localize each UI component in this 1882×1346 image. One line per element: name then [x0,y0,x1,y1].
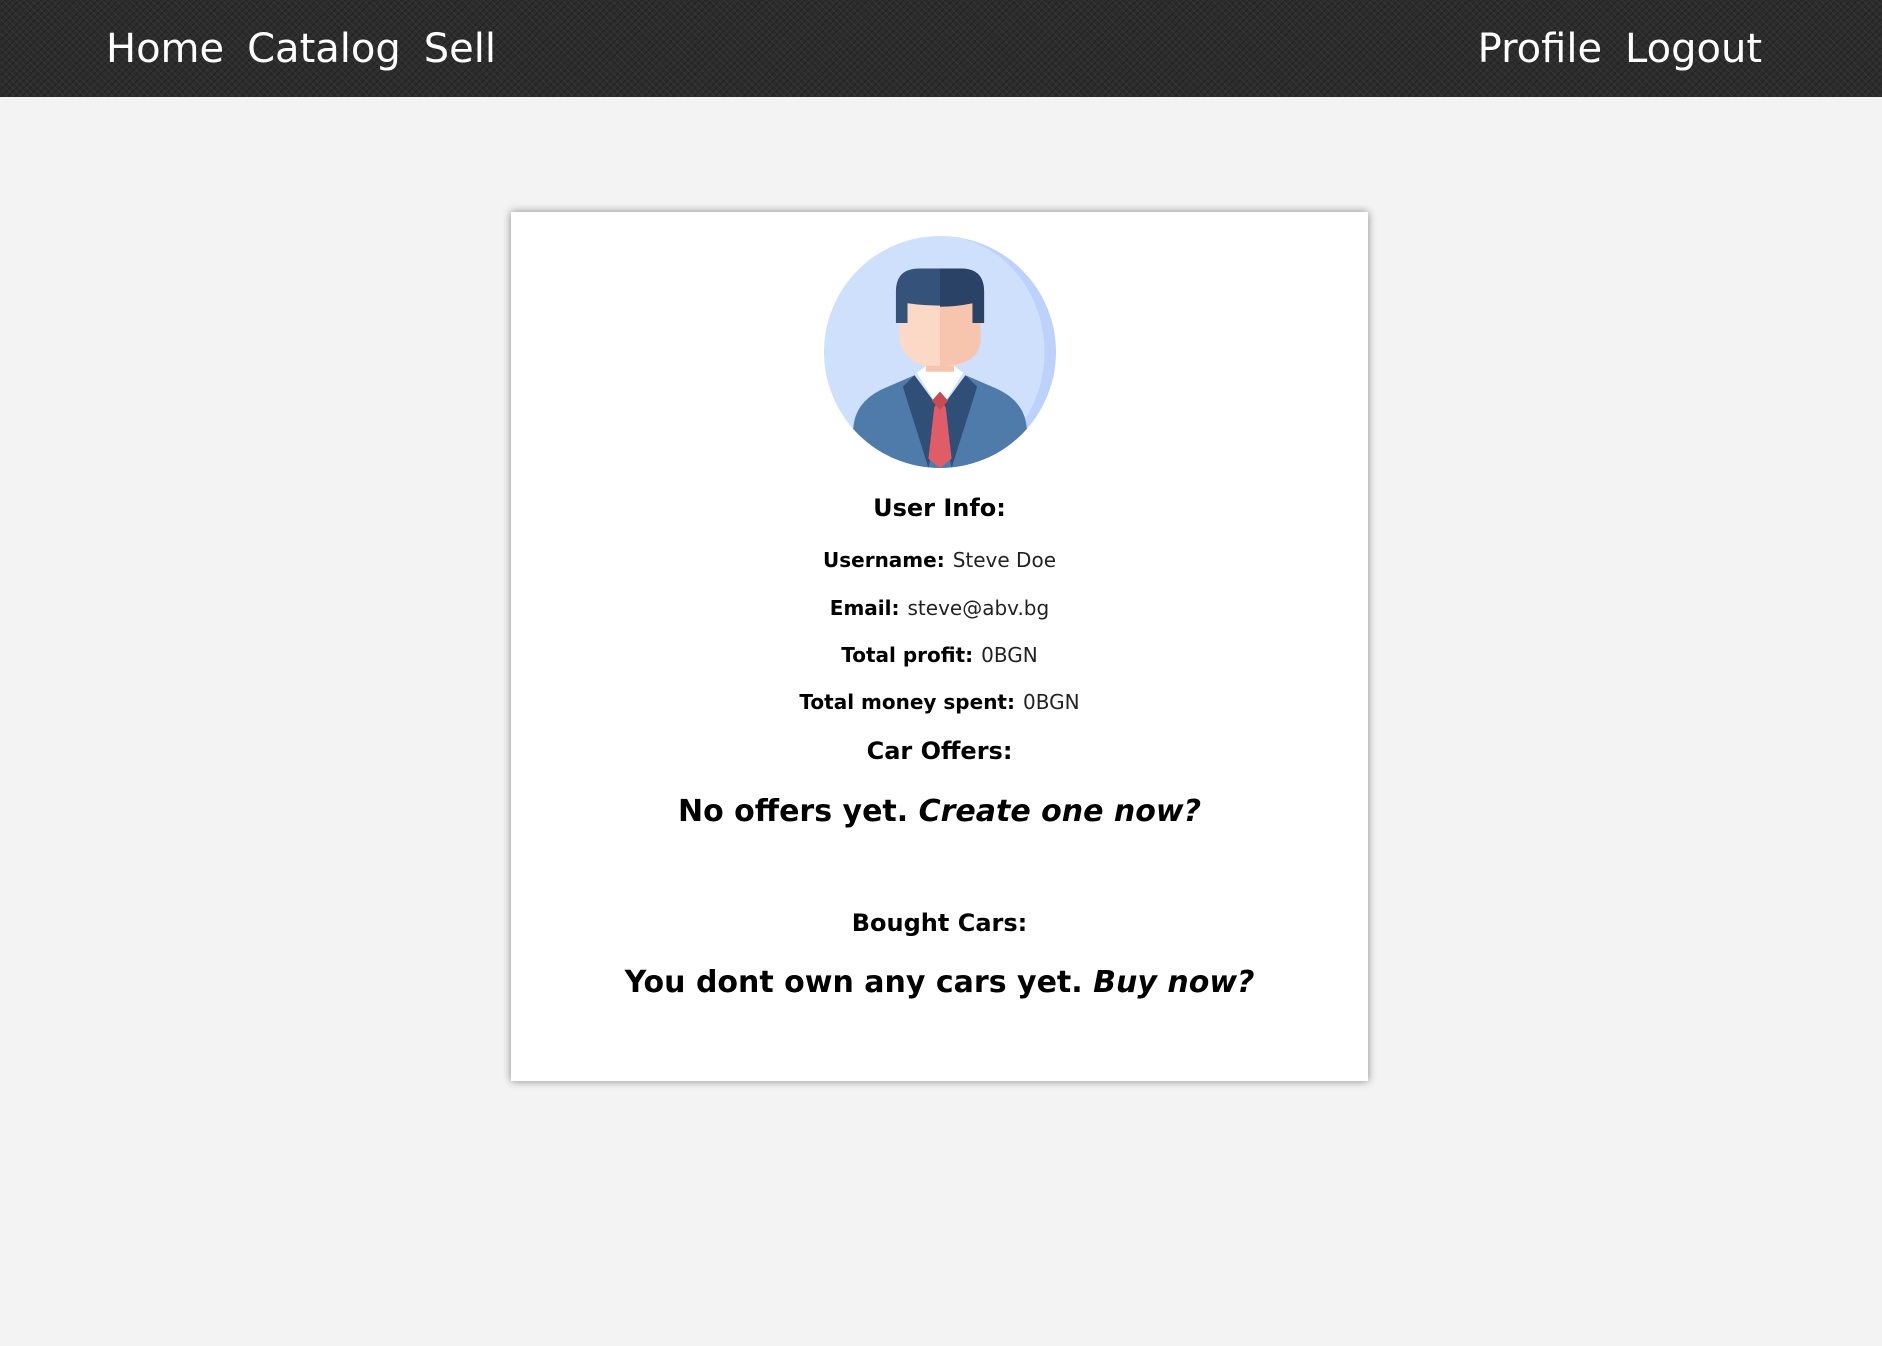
user-avatar-icon [824,236,1056,468]
car-offers-title: Car Offers: [866,737,1013,765]
username-row: Username: Steve Doe [511,548,1368,572]
email-row: Email: steve@abv.bg [511,596,1368,620]
email-label: Email: [829,596,900,620]
total-spent-label: Total money spent: [799,690,1015,714]
create-offer-link[interactable]: Create one now? [919,794,1201,829]
total-profit-label: Total profit: [841,643,974,667]
no-offers-message: No offers yet. Create one now? [511,794,1368,829]
no-cars-message: You dont own any cars yet. Buy now? [511,965,1368,1000]
nav-sell-link[interactable]: Sell [424,26,496,72]
email-value: steve@abv.bg [907,596,1050,620]
total-profit-value: 0BGN [981,643,1038,667]
total-profit-row: Total profit: 0BGN [511,643,1368,667]
nav-right-group: Profile Logout [1478,0,1762,97]
user-info-title: User Info: [873,494,1006,522]
username-value: Steve Doe [952,548,1056,572]
bought-cars-title: Bought Cars: [851,909,1028,937]
profile-card: User Info: Username: Steve Doe Email: stev… [511,212,1368,1081]
nav-left-group: Home Catalog Sell [106,0,496,97]
total-spent-row: Total money spent: 0BGN [511,690,1368,714]
top-navbar: Home Catalog Sell Profile Logout [0,0,1882,97]
no-cars-text: You dont own any cars yet. [624,965,1083,1000]
total-spent-value: 0BGN [1023,690,1080,714]
buy-now-link[interactable]: Buy now? [1093,965,1254,1000]
username-label: Username: [823,548,945,572]
no-offers-text: No offers yet. [678,794,909,829]
nav-logout-link[interactable]: Logout [1625,26,1762,72]
nav-home-link[interactable]: Home [106,26,224,72]
nav-profile-link[interactable]: Profile [1478,26,1602,72]
nav-catalog-link[interactable]: Catalog [247,26,401,72]
